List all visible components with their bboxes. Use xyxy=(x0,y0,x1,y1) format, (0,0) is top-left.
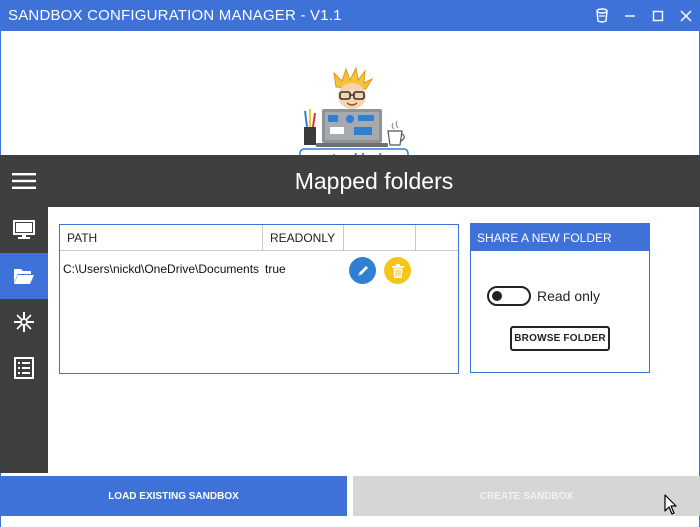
row-path: C:\Users\nickd\OneDrive\Documents xyxy=(63,262,260,276)
row-readonly: true xyxy=(265,262,286,276)
mouse-cursor-icon xyxy=(664,494,677,515)
table-header: PATH READONLY xyxy=(60,225,458,251)
browse-folder-button[interactable]: BROWSE FOLDER xyxy=(510,326,610,351)
list-icon xyxy=(14,357,34,379)
toggle-knob xyxy=(492,291,502,301)
bucket-icon[interactable] xyxy=(588,0,616,31)
column-header-edit xyxy=(344,225,416,251)
monitor-icon xyxy=(13,220,35,239)
header-band: Mapped folders xyxy=(0,155,700,207)
column-header-readonly[interactable]: READONLY xyxy=(263,225,344,251)
edit-button[interactable] xyxy=(349,257,376,284)
column-header-delete xyxy=(416,225,458,251)
network-icon xyxy=(14,312,34,332)
sidebar-item-folders[interactable] xyxy=(0,253,48,299)
sidebar-item-monitor[interactable] xyxy=(0,207,48,253)
maximize-button[interactable] xyxy=(644,0,672,31)
hamburger-menu-icon[interactable] xyxy=(0,155,48,207)
sidebar xyxy=(0,207,48,473)
pencil-icon xyxy=(357,265,368,276)
sidebar-item-list[interactable] xyxy=(0,345,48,391)
sidebar-item-network[interactable] xyxy=(0,299,48,345)
load-existing-sandbox-button[interactable]: LOAD EXISTING SANDBOX xyxy=(0,476,347,516)
window-title: SANDBOX CONFIGURATION MANAGER - V1.1 xyxy=(8,7,342,24)
open-folder-icon xyxy=(14,269,34,284)
page-title: Mapped folders xyxy=(294,167,454,194)
logo-area: systanddeploy xyxy=(0,31,700,168)
close-button[interactable] xyxy=(672,0,700,31)
title-bar: SANDBOX CONFIGURATION MANAGER - V1.1 xyxy=(0,0,700,31)
read-only-toggle[interactable] xyxy=(487,286,531,306)
mapped-folders-table: PATH READONLY xyxy=(59,224,459,374)
read-only-label: Read only xyxy=(537,288,601,304)
share-panel-title: SHARE A NEW FOLDER xyxy=(471,224,649,251)
minimize-button[interactable] xyxy=(616,0,644,31)
trash-icon xyxy=(391,263,404,278)
developer-mascot-logo: systanddeploy xyxy=(299,66,409,168)
share-folder-panel: SHARE A NEW FOLDER Read only BROWSE FOLD… xyxy=(470,223,650,373)
delete-button[interactable] xyxy=(384,257,411,284)
column-header-path[interactable]: PATH xyxy=(60,225,263,251)
create-sandbox-button[interactable]: CREATE SANDBOX xyxy=(353,476,700,516)
